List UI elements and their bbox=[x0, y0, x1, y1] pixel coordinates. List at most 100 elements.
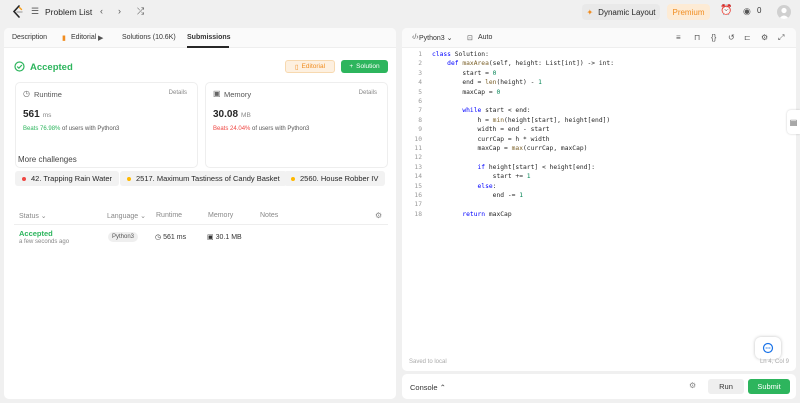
code-text: end = len(height) - 1 bbox=[432, 79, 542, 87]
code-line[interactable]: 12 bbox=[402, 153, 796, 162]
language-select[interactable]: Python3 ⌄ bbox=[419, 34, 453, 42]
clock-icon: ◷ bbox=[23, 89, 30, 98]
code-panel: ‹/› Python3 ⌄ ⊡ Auto ≡ ⊓ {} ↺ ⊏ ⚙ ⤢ 1 cla… bbox=[402, 28, 796, 371]
fullscreen-icon[interactable]: ⤢ bbox=[778, 33, 784, 43]
challenge-chip[interactable]: 2517. Maximum Tastiness of Candy Basket bbox=[120, 171, 287, 186]
code-line[interactable]: 3 start = 0 bbox=[402, 69, 796, 78]
code-text: def maxArea(self, height: List[int]) -> … bbox=[447, 60, 614, 68]
memory-value: 30.08 MB bbox=[213, 109, 251, 120]
code-line[interactable]: 8 h = min(height[start], height[end]) bbox=[402, 116, 796, 125]
challenge-label: 2517. Maximum Tastiness of Candy Basket bbox=[136, 174, 280, 183]
console-settings-icon[interactable]: ⚙ bbox=[689, 381, 696, 390]
tab-description[interactable]: Description bbox=[12, 34, 47, 41]
editorial-button-label: Editorial bbox=[301, 63, 326, 70]
side-panel-tab[interactable]: ▤ bbox=[787, 110, 800, 134]
submit-button[interactable]: Submit bbox=[748, 379, 790, 394]
code-text: class Solution: bbox=[432, 51, 489, 58]
language-column-header[interactable]: Language ⌄ bbox=[107, 212, 146, 220]
row-time: a few seconds ago bbox=[19, 239, 70, 245]
line-number: 14 bbox=[414, 173, 422, 181]
auto-mode-label[interactable]: Auto bbox=[478, 34, 492, 41]
dynamic-layout-label: Dynamic Layout bbox=[598, 7, 656, 17]
video-icon: ▶ bbox=[98, 35, 104, 42]
reset-icon[interactable]: ↺ bbox=[728, 33, 735, 42]
settings-icon[interactable]: ⚙ bbox=[761, 33, 768, 42]
table-divider bbox=[14, 224, 388, 225]
line-number: 10 bbox=[414, 135, 422, 143]
code-line[interactable]: 2 def maxArea(self, height: List[int]) -… bbox=[402, 59, 796, 68]
magic-wand-icon: ✦ bbox=[586, 7, 594, 17]
row-language-badge: Python3 bbox=[108, 232, 139, 242]
tab-editorial[interactable]: Editorial bbox=[71, 34, 96, 41]
active-tab-indicator bbox=[187, 46, 229, 48]
tab-submissions[interactable]: Submissions bbox=[187, 34, 231, 41]
runtime-label: Runtime bbox=[34, 90, 62, 99]
code-line[interactable]: 7 while start < end: bbox=[402, 106, 796, 115]
alarm-clock-icon[interactable]: ⏰ bbox=[720, 6, 732, 16]
code-line[interactable]: 14 start += 1 bbox=[402, 172, 796, 181]
code-text: return maxCap bbox=[462, 210, 512, 218]
memory-card[interactable]: ▣ Memory Details 30.08 MB Beats 24.04% of… bbox=[205, 82, 388, 168]
medium-dot-icon bbox=[127, 176, 131, 181]
code-line[interactable]: 16 end -= 1 bbox=[402, 191, 796, 200]
format-icon[interactable]: ≡ bbox=[676, 33, 681, 42]
code-line[interactable]: 18 return maxCap bbox=[402, 210, 796, 219]
challenge-chip[interactable]: 2560. House Robber IV bbox=[284, 171, 386, 186]
top-bar: ☰ Problem List ‹ › ⤮ ✦ Dynamic Layout Pr… bbox=[0, 0, 800, 24]
check-circle-icon bbox=[14, 61, 25, 72]
next-problem-icon[interactable]: › bbox=[118, 7, 121, 16]
left-tabs: Description ▮ Editorial ▶ Solutions (10.… bbox=[4, 28, 396, 48]
leetcode-logo[interactable] bbox=[12, 5, 24, 19]
line-number: 17 bbox=[414, 201, 422, 209]
fire-streak-icon[interactable]: ◉ bbox=[743, 7, 751, 16]
problem-list-icon[interactable]: ☰ bbox=[31, 7, 39, 16]
code-line[interactable]: 5 maxCap = 0 bbox=[402, 88, 796, 97]
code-line[interactable]: 10 currCap = h * width bbox=[402, 135, 796, 144]
prev-problem-icon[interactable]: ‹ bbox=[100, 7, 103, 16]
code-line[interactable]: 15 else: bbox=[402, 182, 796, 191]
run-button[interactable]: Run bbox=[708, 379, 744, 394]
code-text: start += 1 bbox=[432, 173, 531, 181]
code-line[interactable]: 17 bbox=[402, 200, 796, 209]
problem-list-link[interactable]: Problem List bbox=[45, 7, 92, 17]
editorial-tab-icon: ▮ bbox=[62, 35, 66, 42]
runtime-column-header: Runtime bbox=[156, 212, 183, 219]
tab-solutions[interactable]: Solutions (10.6K) bbox=[122, 34, 176, 41]
dynamic-layout-button[interactable]: ✦ Dynamic Layout bbox=[582, 4, 660, 20]
code-line[interactable]: 6 bbox=[402, 97, 796, 106]
code-line[interactable]: 4 end = len(height) - 1 bbox=[402, 78, 796, 87]
line-number: 3 bbox=[418, 69, 422, 77]
status-column-header[interactable]: Status ⌄ bbox=[19, 212, 47, 220]
line-number: 11 bbox=[414, 145, 422, 152]
code-text: h = min(height[start], height[end]) bbox=[432, 116, 611, 124]
chat-button[interactable] bbox=[755, 337, 781, 359]
memory-details-link[interactable]: Details bbox=[359, 90, 377, 96]
shuffle-icon[interactable]: ⤮ bbox=[137, 7, 144, 16]
solution-button[interactable]: + Solution bbox=[341, 60, 388, 73]
editorial-button[interactable]: ▯ Editorial bbox=[285, 60, 335, 73]
streak-count: 0 bbox=[757, 6, 762, 15]
avatar[interactable] bbox=[777, 5, 791, 19]
challenge-chip[interactable]: 42. Trapping Rain Water bbox=[15, 171, 120, 186]
bookmark-icon[interactable]: ⊓ bbox=[694, 33, 700, 42]
code-line[interactable]: 13 if height[start] < height[end]: bbox=[402, 163, 796, 172]
challenge-label: 42. Trapping Rain Water bbox=[31, 174, 113, 183]
note-icon: ▤ bbox=[789, 117, 798, 127]
code-line[interactable]: 9 width = end - start bbox=[402, 125, 796, 134]
row-status[interactable]: Accepted bbox=[19, 229, 53, 238]
code-text: maxCap = max(currCap, maxCap) bbox=[432, 145, 588, 152]
premium-button[interactable]: Premium bbox=[667, 4, 710, 20]
settings-gear-icon[interactable]: ⚙ bbox=[375, 211, 382, 220]
braces-icon[interactable]: {} bbox=[711, 33, 716, 42]
code-text: else: bbox=[477, 182, 497, 190]
lock-icon: ⊡ bbox=[467, 35, 473, 42]
split-icon[interactable]: ⊏ bbox=[744, 33, 751, 42]
console-toggle[interactable]: Console ⌃ bbox=[410, 383, 446, 392]
code-line[interactable]: 11 maxCap = max(currCap, maxCap) bbox=[402, 144, 796, 153]
chip-icon: ▣ bbox=[213, 89, 221, 98]
row-runtime: ◷ 561 ms bbox=[155, 234, 187, 241]
code-line[interactable]: 1 class Solution: bbox=[402, 50, 796, 59]
runtime-details-link[interactable]: Details bbox=[169, 90, 187, 96]
line-number: 4 bbox=[418, 79, 422, 87]
code-text: start = 0 bbox=[432, 69, 497, 77]
